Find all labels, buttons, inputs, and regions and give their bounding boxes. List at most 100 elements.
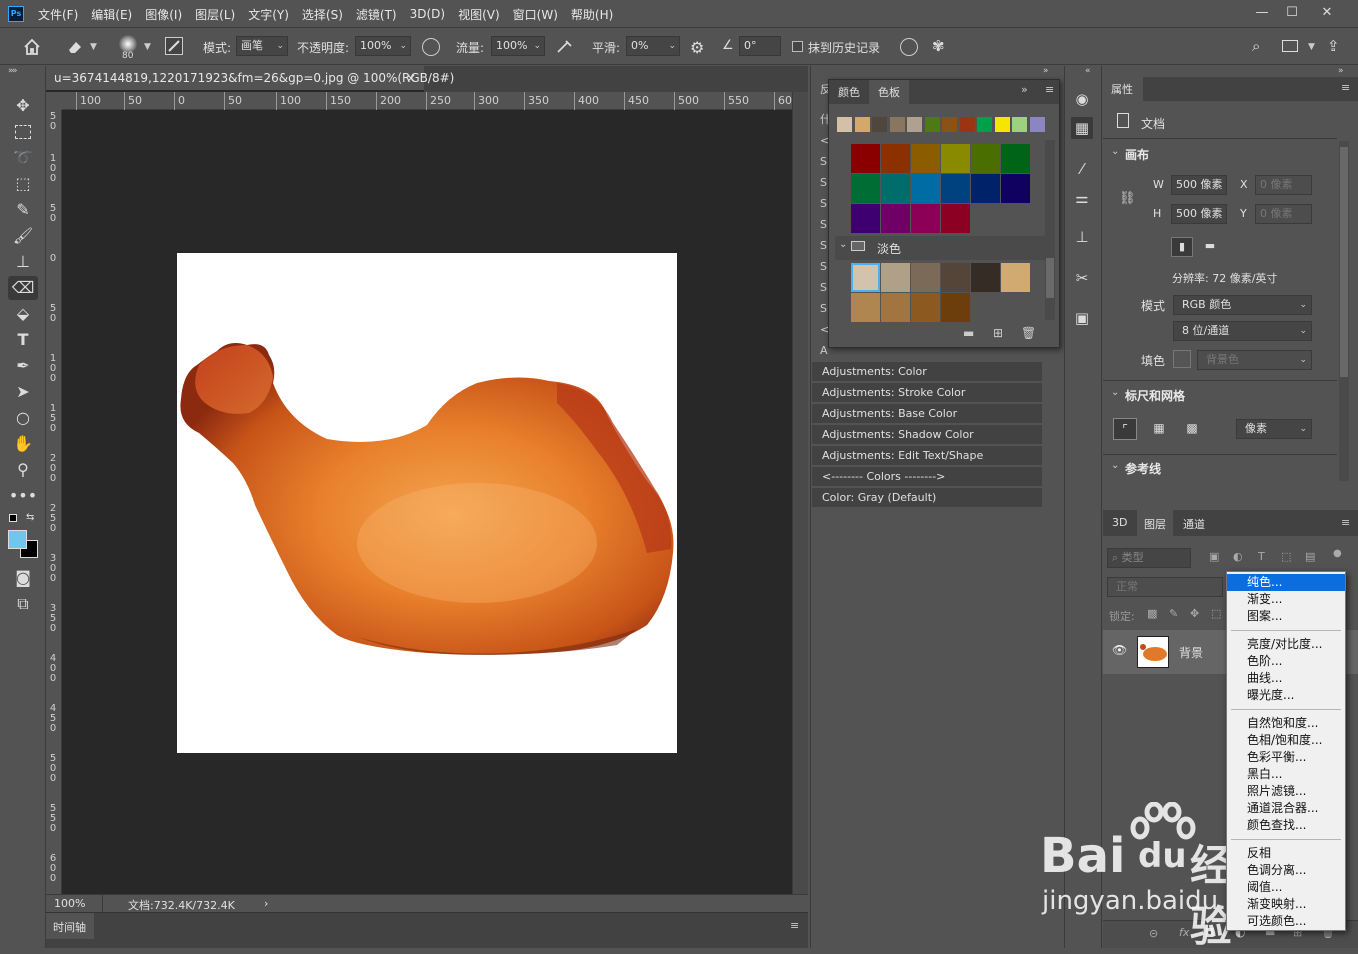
action-item[interactable]: Adjustments: Edit Text/Shape	[812, 446, 1042, 466]
pressure-opacity-icon[interactable]	[422, 38, 440, 56]
brush-tool-icon[interactable]: 🖌	[8, 224, 38, 248]
action-item[interactable]: Adjustments: Color	[812, 362, 1042, 382]
layer-filter-select[interactable]: ⌕ 类型	[1107, 548, 1191, 568]
tools-scissors-icon[interactable]: ✂	[1071, 267, 1093, 289]
color-swatch[interactable]	[881, 293, 910, 322]
action-item[interactable]: Adjustments: Base Color	[812, 404, 1042, 424]
blend-mode-select[interactable]: 正常	[1107, 577, 1223, 597]
workspace-icon[interactable]	[1282, 40, 1298, 52]
color-swatch[interactable]	[911, 144, 940, 173]
tab-swatches[interactable]: 色板	[869, 80, 909, 104]
chevron-down-icon[interactable]: ⌄	[1111, 146, 1119, 157]
pixel-grid-icon[interactable]: ▩	[1180, 418, 1204, 440]
menu-filter[interactable]: 滤镜(T)	[356, 6, 397, 23]
fill-color-swatch[interactable]	[1173, 350, 1191, 368]
lock-position-icon[interactable]: ✥	[1190, 607, 1199, 620]
color-swatch[interactable]	[941, 293, 970, 322]
recent-swatch[interactable]	[977, 117, 992, 132]
lock-paint-icon[interactable]: ✎	[1169, 607, 1178, 620]
pressure-size-icon[interactable]	[900, 38, 918, 56]
scroll-thumb[interactable]	[1340, 147, 1348, 377]
menu-edit[interactable]: 编辑(E)	[91, 6, 132, 23]
adjustment-menu-item[interactable]: 曝光度...	[1227, 687, 1345, 704]
color-swatch[interactable]	[971, 144, 1000, 173]
action-tab-letter[interactable]: 反	[812, 80, 831, 100]
shape-filter-icon[interactable]: ⬚	[1281, 550, 1291, 563]
action-item[interactable]: Color: Gray (Default)	[812, 488, 1042, 508]
canvas-section-title[interactable]: 画布	[1125, 146, 1149, 163]
color-swatch[interactable]	[971, 263, 1000, 292]
type-tool-icon[interactable]: T	[8, 328, 38, 352]
y-input[interactable]: 0 像素	[1255, 204, 1312, 224]
tab-channels[interactable]: 通道	[1183, 516, 1205, 532]
adjustment-menu-item[interactable]: 色阶...	[1227, 653, 1345, 670]
layer-name[interactable]: 背景	[1179, 644, 1203, 661]
lock-artboard-icon[interactable]: ⬚	[1211, 607, 1221, 620]
color-swatch[interactable]	[971, 174, 1000, 203]
filter-toggle-icon[interactable]: ●	[1333, 548, 1342, 559]
recent-swatch[interactable]	[907, 117, 922, 132]
adjustment-menu-item[interactable]: 阈值...	[1227, 879, 1345, 896]
color-swatch[interactable]	[941, 263, 970, 292]
swatches-scrollbar[interactable]	[1045, 140, 1055, 320]
document-tab[interactable]: u=3674144819,1220171923&fm=26&gp=0.jpg @…	[46, 66, 454, 92]
quick-mask-icon[interactable]: ◙	[8, 566, 38, 590]
color-swatch[interactable]	[851, 204, 880, 233]
chevron-down-icon[interactable]: ⌄	[1111, 460, 1119, 471]
timeline-tab[interactable]: 时间轴	[46, 913, 94, 939]
adjustment-menu-item[interactable]: 照片滤镜...	[1227, 783, 1345, 800]
bit-depth-select[interactable]: 8 位/通道 ⌄	[1173, 321, 1312, 341]
color-swatch[interactable]	[911, 263, 940, 292]
menu-window[interactable]: 窗口(W)	[513, 6, 558, 23]
canvas-image[interactable]	[177, 253, 677, 753]
menu-select[interactable]: 选择(S)	[302, 6, 343, 23]
x-input[interactable]: 0 像素	[1255, 175, 1312, 195]
zoom-level[interactable]: 100%	[54, 897, 85, 910]
adjustment-menu-item[interactable]: 纯色...	[1227, 574, 1345, 591]
menu-view[interactable]: 视图(V)	[458, 6, 500, 23]
flow-input[interactable]: 100% ⌄	[491, 36, 545, 56]
stamp-tool-icon[interactable]: ⊥	[8, 250, 38, 274]
adjustment-menu-item[interactable]: 亮度/对比度...	[1227, 636, 1345, 653]
width-input[interactable]: 500 像素	[1171, 175, 1227, 195]
color-mode-select[interactable]: RGB 颜色 ⌄	[1173, 295, 1312, 315]
brush-settings-icon[interactable]	[165, 37, 183, 55]
default-colors-icon[interactable]	[9, 514, 17, 522]
adjustment-menu-item[interactable]: 可选颜色...	[1227, 913, 1345, 930]
adjustment-menu-item[interactable]: 色调分离...	[1227, 862, 1345, 879]
adjustment-menu-item[interactable]: 反相	[1227, 845, 1345, 862]
menu-type[interactable]: 文字(Y)	[248, 6, 289, 23]
color-swatch[interactable]	[1001, 263, 1030, 292]
symmetry-icon[interactable]: ✾	[932, 37, 945, 55]
menu-layer[interactable]: 图层(L)	[195, 6, 235, 23]
color-swatch[interactable]	[851, 263, 880, 292]
recent-swatch[interactable]	[1029, 117, 1045, 132]
rulers-grid-section-title[interactable]: 标尺和网格	[1125, 387, 1185, 404]
foreground-color-swatch[interactable]	[8, 530, 27, 549]
adjustment-menu-item[interactable]: 色彩平衡...	[1227, 749, 1345, 766]
color-swatch[interactable]	[911, 204, 940, 233]
marquee-tool-icon[interactable]	[8, 120, 38, 144]
collapse-panels-icon[interactable]: »	[1043, 66, 1049, 76]
chevron-down-icon[interactable]: ⌄	[1111, 387, 1119, 398]
menu-3d[interactable]: 3D(D)	[410, 7, 445, 21]
action-item[interactable]: Adjustments: Shadow Color	[812, 425, 1042, 445]
eraser-tool-icon[interactable]	[66, 38, 84, 56]
panel-expand-icon[interactable]: »	[1021, 83, 1028, 96]
lock-pixels-icon[interactable]: ▩	[1147, 607, 1157, 620]
type-filter-icon[interactable]: T	[1258, 550, 1265, 563]
color-swatch[interactable]	[851, 144, 880, 173]
smart-object-filter-icon[interactable]: ▤	[1305, 550, 1315, 563]
recent-swatch[interactable]	[872, 117, 887, 132]
share-icon[interactable]: ⇪	[1327, 37, 1340, 55]
airbrush-icon[interactable]	[556, 38, 574, 56]
color-swatch[interactable]	[881, 144, 910, 173]
menu-image[interactable]: 图像(I)	[145, 6, 182, 23]
grid-toggle-icon[interactable]: ▦	[1147, 418, 1171, 440]
gear-icon[interactable]: ⚙	[690, 38, 704, 57]
color-swatch[interactable]	[1001, 144, 1030, 173]
eyedropper-tool-icon[interactable]: ✎	[8, 198, 38, 222]
link-layers-icon[interactable]: ⊝	[1149, 927, 1158, 940]
zoom-tool-icon[interactable]: ⚲	[8, 458, 38, 482]
height-input[interactable]: 500 像素	[1171, 204, 1227, 224]
